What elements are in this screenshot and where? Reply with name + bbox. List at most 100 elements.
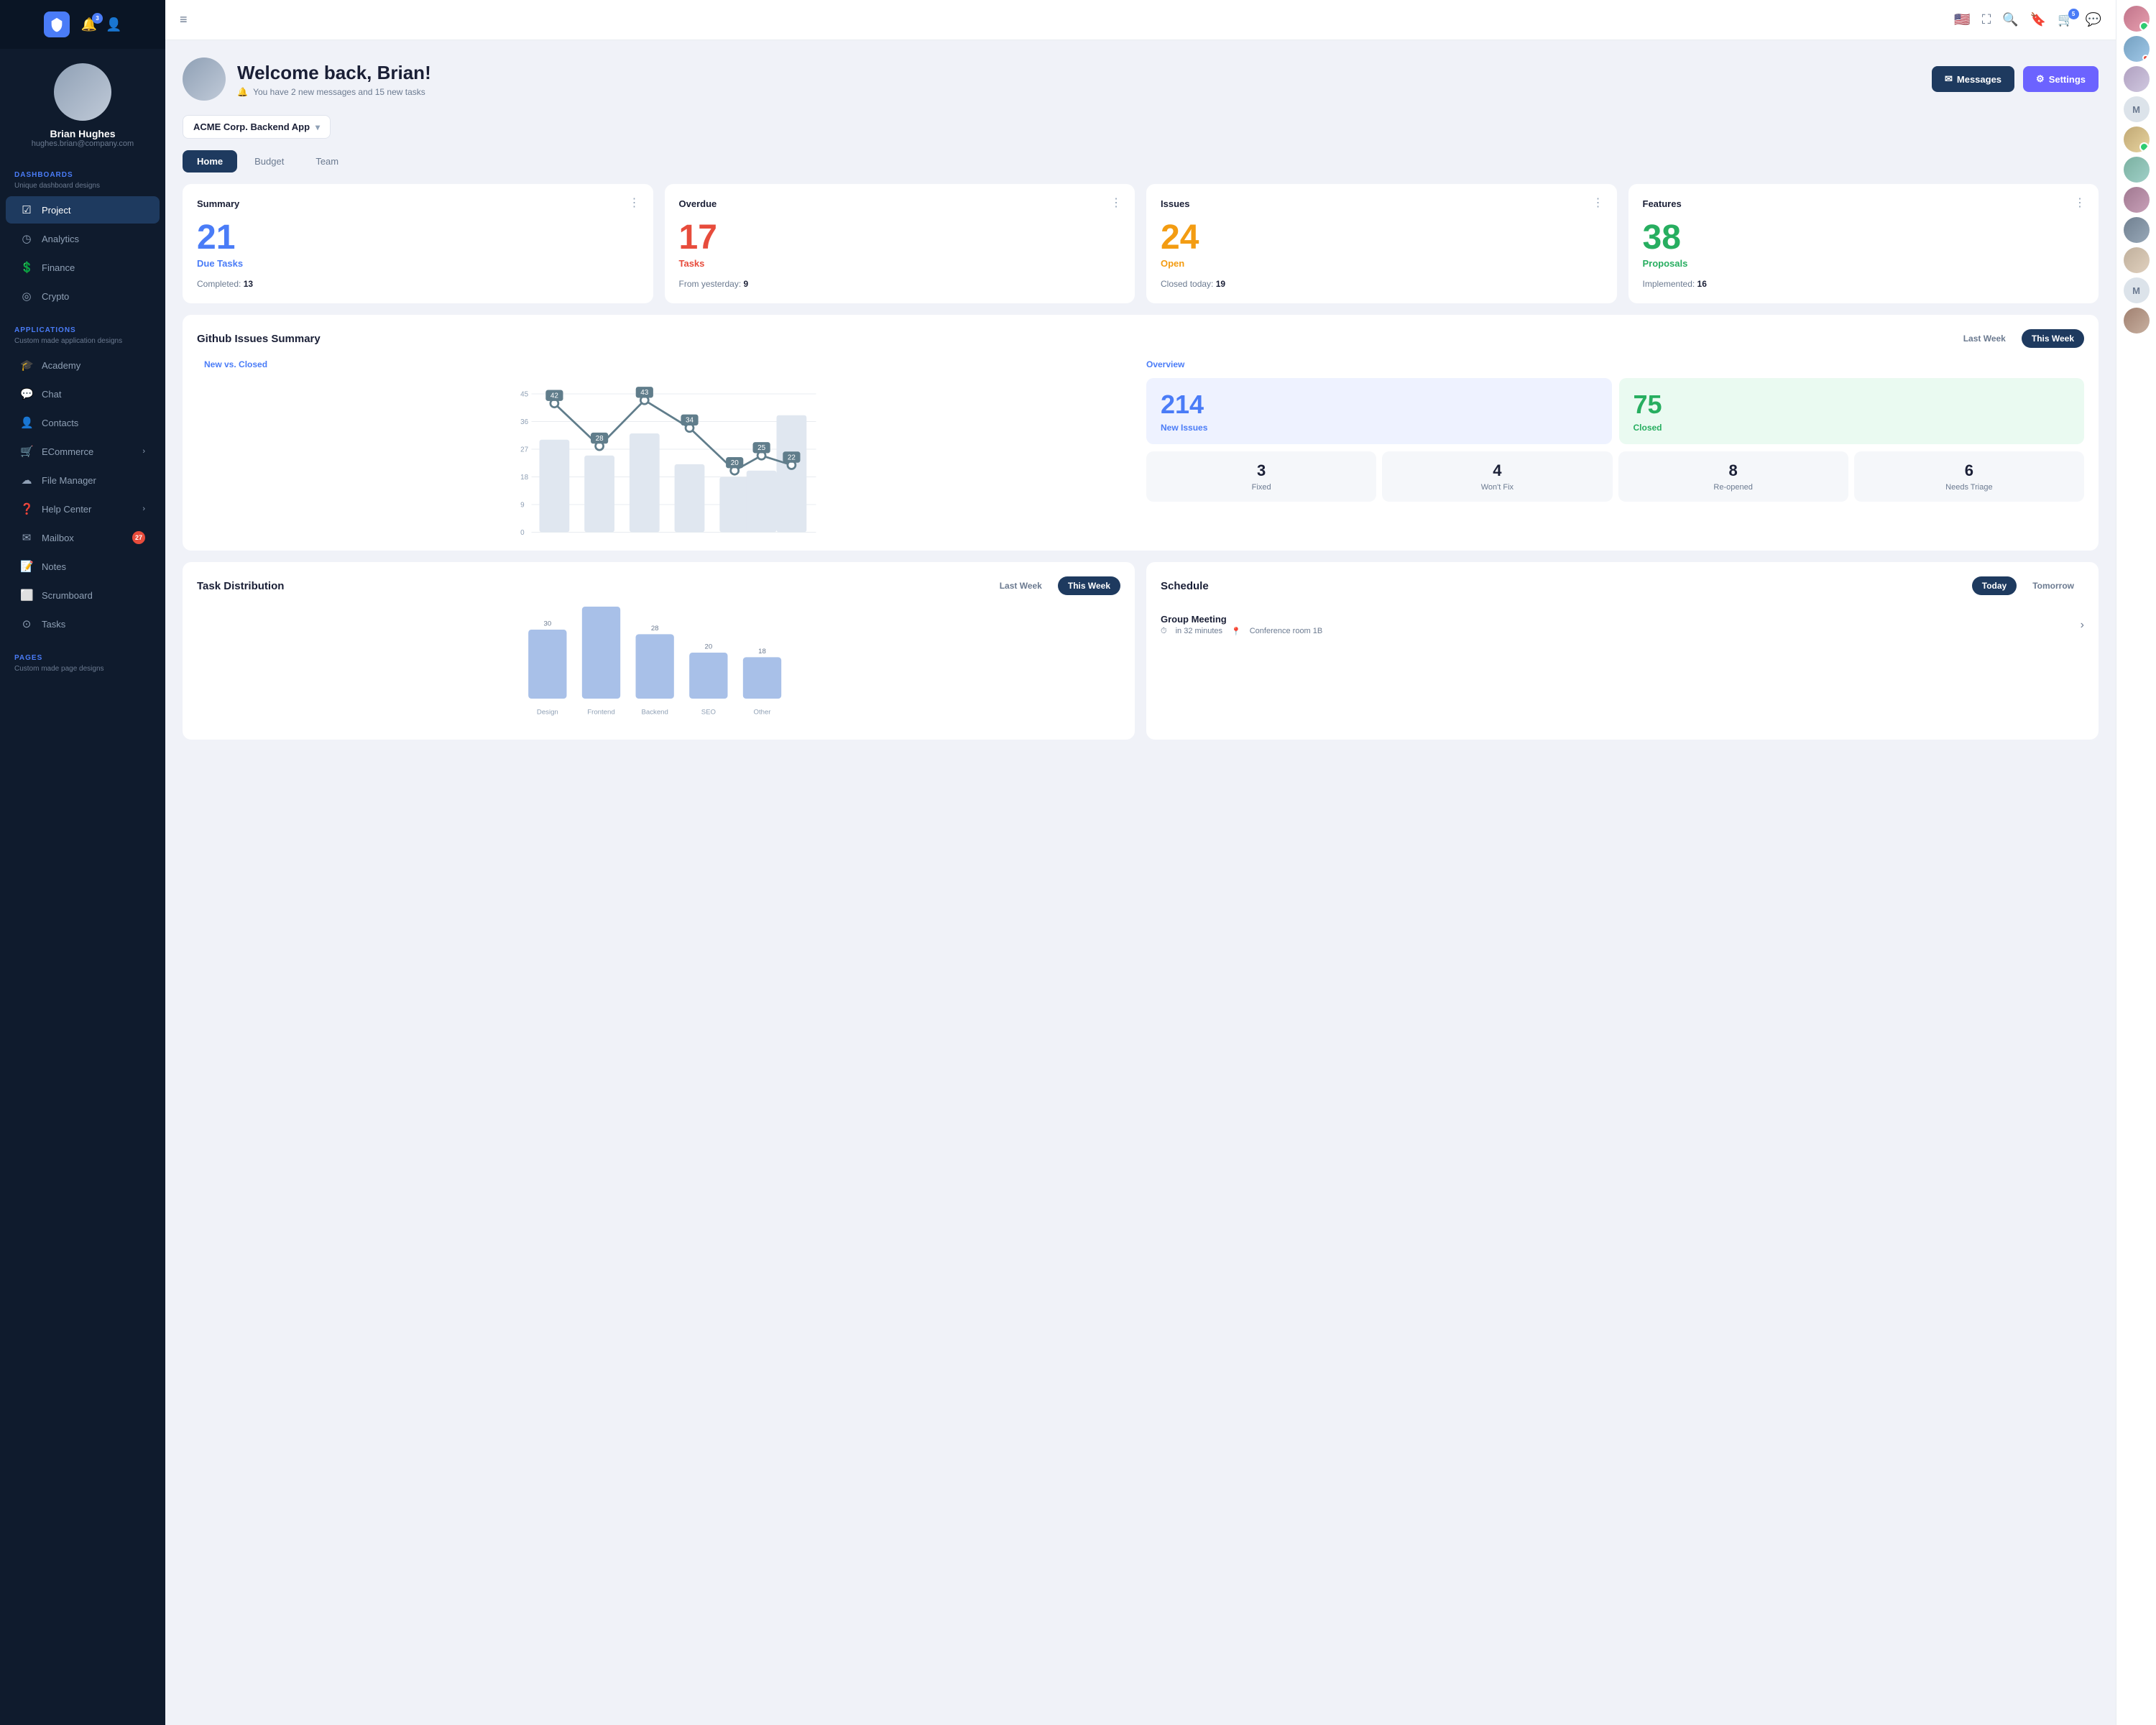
bell-icon: 🔔 — [237, 87, 248, 97]
academy-icon: 🎓 — [20, 359, 33, 372]
sidebar-item-mailbox[interactable]: ✉ Mailbox 27 — [6, 524, 160, 551]
sidebar-item-analytics[interactable]: ◷ Analytics — [6, 225, 160, 252]
helpcenter-icon: ❓ — [20, 502, 33, 515]
tab-budget[interactable]: Budget — [240, 150, 298, 172]
sidebar-header-icons: 🔔 3 👤 — [81, 17, 122, 32]
pages-section-sub: Custom made page designs — [0, 665, 165, 678]
sidebar-item-crypto[interactable]: ◎ Crypto — [6, 282, 160, 310]
project-selector[interactable]: ACME Corp. Backend App ▾ — [183, 115, 331, 139]
task-last-week-btn[interactable]: Last Week — [990, 576, 1052, 595]
sidebar-item-project[interactable]: ☑ Project — [6, 196, 160, 224]
svg-text:28: 28 — [651, 625, 659, 632]
tab-team[interactable]: Team — [301, 150, 353, 172]
topbar-chat-icon[interactable]: 💬 — [2086, 12, 2101, 27]
right-avatar-initial-m2[interactable]: M — [2124, 277, 2150, 303]
svg-text:Design: Design — [537, 708, 558, 716]
fullscreen-icon[interactable]: ⛶ — [1982, 12, 1991, 27]
sidebar-item-tasks[interactable]: ⊙ Tasks — [6, 610, 160, 638]
flag-icon[interactable]: 🇺🇸 — [1954, 12, 1970, 27]
github-this-week-btn[interactable]: This Week — [2022, 329, 2084, 348]
right-avatar-8[interactable] — [2124, 247, 2150, 273]
sidebar-item-label-mailbox: Mailbox — [42, 533, 74, 543]
dashboard-tabs: Home Budget Team — [183, 150, 2099, 172]
stat-card-overdue: Overdue ⋮ 17 Tasks From yesterday: 9 — [665, 184, 1135, 303]
right-avatar-6[interactable] — [2124, 187, 2150, 213]
mini-card-wontfix: 4 Won't Fix — [1382, 451, 1612, 502]
sidebar-item-academy[interactable]: 🎓 Academy — [6, 351, 160, 379]
task-dist-header: Task Distribution Last Week This Week — [197, 576, 1120, 595]
crypto-icon: ◎ — [20, 290, 33, 303]
user-icon[interactable]: 👤 — [106, 17, 121, 32]
right-avatar-initial-m1[interactable]: M — [2124, 96, 2150, 122]
task-distribution-panel: Task Distribution Last Week This Week 30… — [183, 562, 1135, 740]
overdue-title: Overdue — [679, 198, 1121, 209]
bookmark-icon[interactable]: 🔖 — [2030, 12, 2046, 27]
chat-icon: 💬 — [20, 387, 33, 400]
features-menu[interactable]: ⋮ — [2074, 196, 2087, 210]
issues-title: Issues — [1161, 198, 1603, 209]
schedule-today-btn[interactable]: Today — [1972, 576, 2017, 595]
schedule-tomorrow-btn[interactable]: Tomorrow — [2022, 576, 2084, 595]
svg-text:45: 45 — [520, 390, 529, 398]
sidebar-item-contacts[interactable]: 👤 Contacts — [6, 409, 160, 436]
right-avatar-2[interactable] — [2124, 36, 2150, 62]
app-logo[interactable] — [44, 12, 70, 37]
schedule-header: Schedule Today Tomorrow — [1161, 576, 2084, 595]
messages-button[interactable]: ✉ Messages — [1932, 66, 2014, 92]
overdue-menu[interactable]: ⋮ — [1110, 196, 1123, 210]
tab-home[interactable]: Home — [183, 150, 237, 172]
github-last-week-btn[interactable]: Last Week — [1953, 329, 2016, 348]
right-avatar-9[interactable] — [2124, 308, 2150, 334]
messages-icon: ✉ — [1945, 73, 1953, 85]
sidebar: 🔔 3 👤 Brian Hughes hughes.brian@company.… — [0, 0, 165, 1725]
task-dist-title: Task Distribution — [197, 580, 284, 592]
helpcenter-arrow: › — [142, 505, 145, 513]
sidebar-item-filemanager[interactable]: ☁ File Manager — [6, 466, 160, 494]
task-this-week-btn[interactable]: This Week — [1058, 576, 1120, 595]
right-avatar-7[interactable] — [2124, 217, 2150, 243]
analytics-icon: ◷ — [20, 232, 33, 245]
issues-label: Open — [1161, 258, 1603, 269]
overview-bottom: 3 Fixed 4 Won't Fix 8 Re-opened 6 — [1146, 451, 2084, 502]
triage-label: Needs Triage — [1861, 483, 2077, 492]
sidebar-item-label-project: Project — [42, 205, 70, 216]
stat-card-issues: Issues ⋮ 24 Open Closed today: 19 — [1146, 184, 1617, 303]
summary-title: Summary — [197, 198, 639, 209]
sidebar-item-ecommerce[interactable]: 🛒 ECommerce › — [6, 438, 160, 465]
github-panel-title: Github Issues Summary — [197, 333, 321, 345]
right-avatar-5[interactable] — [2124, 157, 2150, 183]
settings-button[interactable]: ⚙ Settings — [2023, 66, 2099, 92]
sidebar-item-scrumboard[interactable]: ⬜ Scrumboard — [6, 581, 160, 609]
summary-menu[interactable]: ⋮ — [629, 196, 642, 210]
svg-text:34: 34 — [686, 417, 694, 425]
sidebar-item-finance[interactable]: 💲 Finance — [6, 254, 160, 281]
finance-icon: 💲 — [20, 261, 33, 274]
notification-icon[interactable]: 🔔 3 — [81, 17, 97, 32]
dashboards-section-sub: Unique dashboard designs — [0, 182, 165, 196]
overdue-number: 17 — [679, 221, 1121, 255]
sidebar-item-notes[interactable]: 📝 Notes — [6, 553, 160, 580]
right-avatar-1[interactable] — [2124, 6, 2150, 32]
sidebar-user-name: Brian Hughes — [0, 128, 165, 139]
cart-icon[interactable]: 🛒 5 — [2058, 12, 2073, 27]
right-avatar-4[interactable] — [2124, 126, 2150, 152]
schedule-time-icon: ⏱ — [1161, 627, 1167, 636]
svg-text:9: 9 — [520, 501, 525, 509]
right-avatar-3[interactable] — [2124, 66, 2150, 92]
search-icon[interactable]: 🔍 — [2002, 12, 2018, 27]
svg-text:18: 18 — [520, 474, 529, 482]
menu-toggle-icon[interactable]: ≡ — [180, 12, 188, 27]
schedule-location: Conference room 1B — [1250, 627, 1323, 636]
welcome-avatar — [183, 58, 226, 101]
issues-menu[interactable]: ⋮ — [1593, 196, 1606, 210]
sidebar-item-helpcenter[interactable]: ❓ Help Center › — [6, 495, 160, 523]
filemanager-icon: ☁ — [20, 474, 33, 487]
stat-card-summary: Summary ⋮ 21 Due Tasks Completed: 13 — [183, 184, 653, 303]
schedule-item-arrow[interactable]: › — [2081, 619, 2084, 632]
mini-card-triage: 6 Needs Triage — [1854, 451, 2084, 502]
task-bar-chart: 30 Design 40 Frontend 28 Backend 20 SE — [197, 607, 1120, 725]
sidebar-item-chat[interactable]: 💬 Chat — [6, 380, 160, 408]
svg-text:20: 20 — [731, 459, 740, 467]
applications-section-sub: Custom made application designs — [0, 337, 165, 351]
pages-section-label: PAGES — [0, 645, 165, 665]
